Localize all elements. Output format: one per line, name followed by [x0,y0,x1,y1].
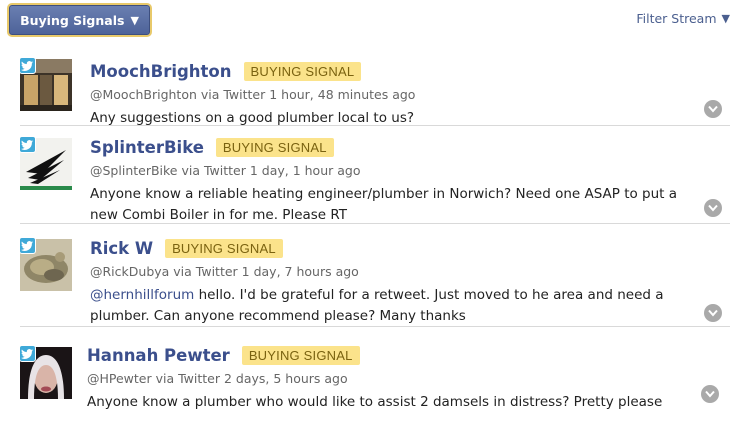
post-content: SplinterBike BUYING SIGNAL @SplinterBike… [90,136,730,226]
stream-dropdown-label: Buying Signals [20,12,125,28]
stream-feed: MoochBrighton BUYING SIGNAL @MoochBright… [19,50,730,417]
author-name[interactable]: SplinterBike [90,138,204,157]
expand-post-button[interactable] [704,304,722,322]
filter-stream-label: Filter Stream [636,11,717,26]
author-name[interactable]: MoochBrighton [90,62,232,81]
post-header: MoochBrighton BUYING SIGNAL [90,60,730,82]
twitter-icon [19,136,36,153]
stream-post: Rick W BUYING SIGNAL @RickDubya via Twit… [19,224,730,327]
post-text: Anyone know a plumber who would like to … [87,394,663,410]
buying-signal-badge: BUYING SIGNAL [215,137,334,157]
twitter-icon [19,57,36,74]
post-text: @hernhillforum hello. I'd be grateful fo… [90,285,690,327]
top-toolbar: Buying Signals ▼ Filter Stream ▼ [0,0,747,40]
post-meta: @MoochBrighton via Twitter 1 hour, 48 mi… [90,87,416,102]
triangle-down-icon: ▼ [721,12,730,25]
post-header: Hannah Pewter BUYING SIGNAL [87,344,730,366]
mention-link[interactable]: @hernhillforum [90,287,194,303]
avatar[interactable] [19,237,72,291]
author-name[interactable]: Hannah Pewter [87,346,230,365]
triangle-down-icon: ▼ [130,13,139,27]
chevron-down-icon [708,105,718,113]
post-text: Anyone know a reliable heating engineer/… [90,186,678,223]
avatar[interactable] [19,345,72,399]
stream-post: Hannah Pewter BUYING SIGNAL @HPewter via… [19,327,730,417]
chevron-down-icon [705,390,715,398]
post-header: Rick W BUYING SIGNAL [90,237,730,259]
post-meta: @RickDubya via Twitter 1 day, 7 hours ag… [90,264,359,279]
post-header: SplinterBike BUYING SIGNAL [90,136,730,158]
expand-post-button[interactable] [704,100,722,118]
chevron-down-icon [708,204,718,212]
twitter-icon [19,345,36,362]
avatar[interactable] [19,57,72,111]
post-content: Rick W BUYING SIGNAL @RickDubya via Twit… [90,237,730,327]
twitter-icon [19,237,36,254]
buying-signal-badge: BUYING SIGNAL [243,61,362,81]
filter-stream-link[interactable]: Filter Stream ▼ [636,11,730,26]
post-meta: @HPewter via Twitter 2 days, 5 hours ago [87,371,348,386]
expand-post-button[interactable] [701,385,719,403]
author-name[interactable]: Rick W [90,239,153,258]
post-content: MoochBrighton BUYING SIGNAL @MoochBright… [90,60,730,129]
stream-post: SplinterBike BUYING SIGNAL @SplinterBike… [19,126,730,226]
avatar[interactable] [19,136,72,190]
stream-post: MoochBrighton BUYING SIGNAL @MoochBright… [19,50,730,129]
post-content: Hannah Pewter BUYING SIGNAL @HPewter via… [87,344,730,413]
post-meta: @SplinterBike via Twitter 1 day, 1 hour … [90,163,361,178]
buying-signal-badge: BUYING SIGNAL [165,238,283,258]
stream-dropdown-button[interactable]: Buying Signals ▼ [9,5,150,35]
expand-post-button[interactable] [704,199,722,217]
buying-signal-badge: BUYING SIGNAL [241,345,360,365]
chevron-down-icon [708,309,718,317]
